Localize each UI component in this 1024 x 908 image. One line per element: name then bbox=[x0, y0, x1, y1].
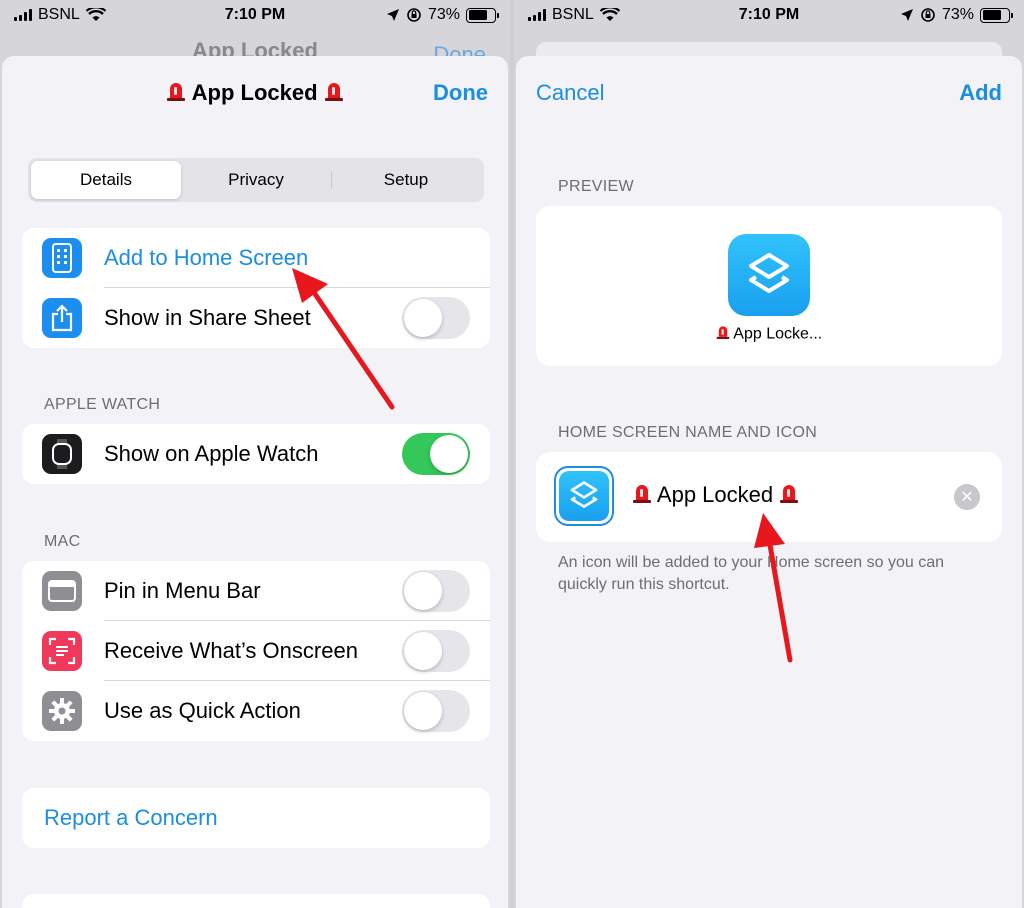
footer-note: An icon will be added to your Home scree… bbox=[558, 554, 944, 593]
show-in-share-sheet-row: Show in Share Sheet bbox=[22, 288, 490, 348]
share-sheet-toggle[interactable] bbox=[402, 297, 470, 339]
name-and-icon-card: App Locked ✕ bbox=[536, 452, 1002, 542]
siren-icon bbox=[324, 80, 344, 108]
battery-icon bbox=[466, 7, 499, 23]
preview-card: App Locke... bbox=[536, 206, 1002, 366]
tab-setup[interactable]: Setup bbox=[331, 161, 481, 199]
done-button[interactable]: Done bbox=[433, 80, 488, 106]
report-concern-row[interactable]: Report a Concern bbox=[22, 788, 490, 848]
use-as-quick-action-row: Use as Quick Action bbox=[22, 681, 490, 741]
show-in-share-sheet-label: Show in Share Sheet bbox=[104, 305, 311, 330]
mac-options-group: Pin in Menu Bar Receive What’s Onscreen … bbox=[22, 561, 490, 741]
right-screenshot: BSNL 7:10 PM 73% Cancel Add PREVIEW App … bbox=[514, 0, 1024, 908]
rotation-lock-icon bbox=[407, 8, 421, 22]
report-concern-link[interactable]: Report a Concern bbox=[44, 805, 218, 831]
share-icon bbox=[42, 298, 82, 338]
preview-section-header: PREVIEW bbox=[558, 178, 634, 195]
apple-watch-section-header: APPLE WATCH bbox=[44, 396, 161, 413]
tab-details[interactable]: Details bbox=[31, 161, 181, 199]
use-as-quick-action-label: Use as Quick Action bbox=[104, 698, 301, 723]
add-button[interactable]: Add bbox=[959, 80, 1002, 106]
nav-bar: App Locked Done bbox=[2, 56, 508, 130]
apple-watch-toggle[interactable] bbox=[402, 433, 470, 475]
shortcut-name-field[interactable]: App Locked bbox=[632, 482, 799, 510]
receive-whats-onscreen-row: Receive What’s Onscreen bbox=[22, 621, 490, 681]
icon-picker-button[interactable] bbox=[554, 466, 614, 526]
show-on-apple-watch-label: Show on Apple Watch bbox=[104, 441, 319, 466]
pin-in-menu-bar-label: Pin in Menu Bar bbox=[104, 578, 261, 603]
pin-in-menu-bar-row: Pin in Menu Bar bbox=[22, 561, 490, 621]
status-bar: BSNL 7:10 PM 73% bbox=[0, 0, 510, 34]
status-bar: BSNL 7:10 PM 73% bbox=[514, 0, 1024, 34]
battery-percent: 73% bbox=[941, 6, 974, 23]
next-group-partial bbox=[22, 894, 490, 908]
shortcut-app-icon bbox=[728, 234, 810, 316]
shortcut-details-sheet: App Locked Done Details Privacy Setup Ad… bbox=[2, 56, 508, 908]
add-to-home-screen-sheet: Cancel Add PREVIEW App Locke... HOME SCR… bbox=[516, 56, 1022, 908]
add-to-home-screen-row[interactable]: Add to Home Screen bbox=[22, 228, 490, 288]
receive-whats-onscreen-label: Receive What’s Onscreen bbox=[104, 638, 358, 663]
show-on-apple-watch-row: Show on Apple Watch bbox=[22, 424, 490, 484]
left-screenshot: BSNL 7:10 PM 73% App Locked Done App Loc… bbox=[0, 0, 510, 908]
siren-icon bbox=[779, 482, 799, 510]
report-group: Report a Concern bbox=[22, 788, 490, 848]
tabs-segmented-control: Details Privacy Setup bbox=[28, 158, 484, 202]
home-screen-icon bbox=[42, 238, 82, 278]
rotation-lock-icon bbox=[921, 8, 935, 22]
shortcut-name-value: App Locked bbox=[656, 482, 774, 507]
watch-icon bbox=[42, 434, 82, 474]
mac-section-header: MAC bbox=[44, 533, 81, 550]
tab-privacy[interactable]: Privacy bbox=[181, 161, 331, 199]
battery-icon bbox=[980, 7, 1013, 23]
general-options-group: Add to Home Screen Show in Share Sheet bbox=[22, 228, 490, 348]
home-screen-name-section-header: HOME SCREEN NAME AND ICON bbox=[558, 424, 818, 441]
quick-action-toggle[interactable] bbox=[402, 690, 470, 732]
add-to-home-screen-label[interactable]: Add to Home Screen bbox=[104, 245, 308, 271]
clear-text-icon[interactable]: ✕ bbox=[954, 484, 980, 510]
onscreen-toggle[interactable] bbox=[402, 630, 470, 672]
apple-watch-group: Show on Apple Watch bbox=[22, 424, 490, 484]
pin-menu-bar-toggle[interactable] bbox=[402, 570, 470, 612]
cancel-button[interactable]: Cancel bbox=[536, 80, 604, 106]
gear-icon bbox=[42, 691, 82, 731]
page-title-text: App Locked bbox=[191, 80, 318, 105]
preview-label-text: App Locke... bbox=[733, 325, 823, 343]
menu-bar-icon bbox=[42, 571, 82, 611]
battery-percent: 73% bbox=[427, 6, 460, 23]
onscreen-icon bbox=[42, 631, 82, 671]
siren-icon bbox=[166, 80, 186, 108]
siren-icon bbox=[716, 324, 730, 345]
nav-bar: Cancel Add bbox=[516, 56, 1022, 130]
location-icon bbox=[386, 9, 399, 21]
siren-icon bbox=[632, 482, 652, 510]
location-icon bbox=[900, 9, 913, 21]
preview-icon-label: App Locke... bbox=[536, 324, 1002, 345]
